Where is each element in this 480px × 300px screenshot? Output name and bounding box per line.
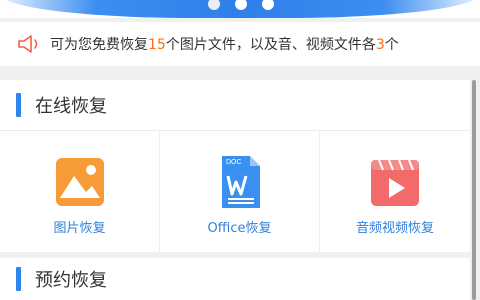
av-recovery-tile[interactable]: 音频视频恢复 — [320, 131, 470, 252]
top-banner[interactable] — [0, 0, 480, 18]
notice-bar: 可为您免费恢复15个图片文件，以及音、视频文件各3个 — [0, 22, 480, 66]
office-recovery-tile[interactable]: DOC Office恢复 — [160, 131, 320, 252]
section-accent-bar — [16, 267, 21, 291]
carousel-indicator — [208, 0, 274, 10]
image-count: 15 — [148, 37, 166, 53]
notice-text: 可为您免费恢复15个图片文件，以及音、视频文件各3个 — [50, 37, 399, 53]
section-header: 预约恢复 — [0, 258, 470, 300]
reservation-recovery-section: 预约恢复 — [0, 258, 470, 300]
tile-label: 图片恢复 — [53, 221, 106, 236]
recovery-options: 图片恢复 DOC Office恢复 音频视频恢复 — [0, 131, 470, 252]
section-accent-bar — [16, 93, 21, 117]
tile-label: Office恢复 — [207, 221, 272, 236]
speaker-icon — [18, 35, 38, 53]
section-header: 在线恢复 — [0, 80, 470, 130]
scrollbar[interactable] — [472, 80, 476, 300]
carousel-dot[interactable] — [262, 0, 274, 10]
image-icon — [55, 158, 104, 206]
doc-badge: DOC — [226, 159, 242, 166]
section-title: 预约恢复 — [35, 270, 107, 291]
av-count: 3 — [375, 37, 385, 53]
image-recovery-tile[interactable]: 图片恢复 — [0, 131, 160, 252]
carousel-dot[interactable] — [235, 0, 247, 10]
carousel-dot[interactable] — [208, 0, 220, 10]
section-title: 在线恢复 — [35, 96, 107, 117]
video-play-icon — [371, 159, 419, 206]
tile-label: 音频视频恢复 — [355, 221, 434, 236]
online-recovery-section: 在线恢复 图片恢复 DOC Office恢复 音频视频恢复 — [0, 80, 470, 252]
word-document-icon: DOC — [221, 156, 260, 208]
